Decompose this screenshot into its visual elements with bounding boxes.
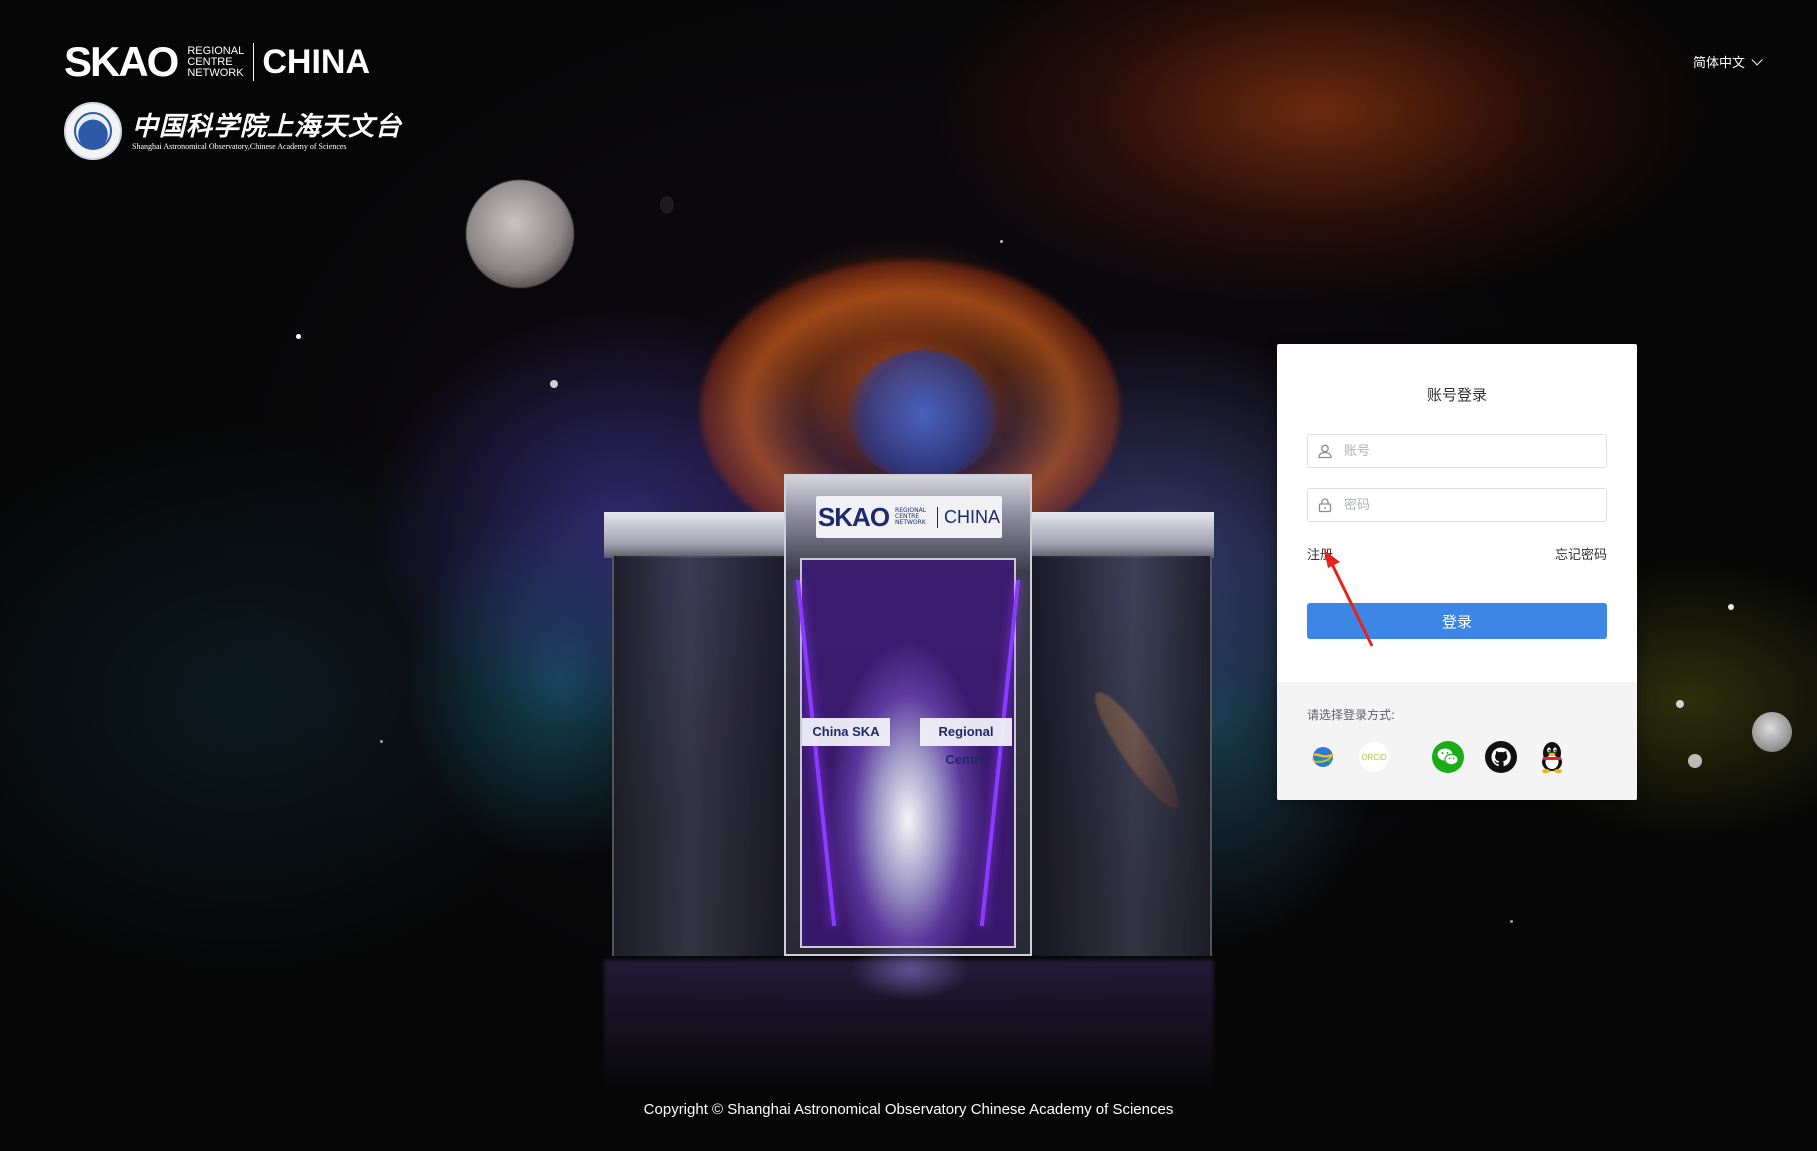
sao-seal-icon (64, 102, 122, 160)
sao-name-en: Shanghai Astronomical Observatory,Chines… (132, 141, 347, 151)
alt-login-section: 请选择登录方式: ORCiD (1277, 682, 1637, 800)
building-sign: SKAO REGIONAL CENTRE NETWORK CHINA (816, 496, 1002, 538)
globe-icon[interactable] (1306, 740, 1340, 774)
forgot-password-link[interactable]: 忘记密码 (1555, 544, 1607, 563)
qq-penguin-icon[interactable] (1535, 740, 1569, 774)
wechat-icon[interactable] (1431, 740, 1465, 774)
skao-china-logo: SKAO REGIONAL CENTRE NETWORK CHINA (64, 38, 371, 85)
account-field[interactable] (1307, 434, 1607, 468)
github-icon[interactable] (1484, 740, 1518, 774)
language-label: 简体中文 (1692, 56, 1745, 71)
door-banner-right: Regional Centre (920, 718, 1012, 767)
orcid-label: ORCiD (1361, 752, 1387, 762)
password-field[interactable] (1307, 488, 1607, 522)
door-banner-left: China SKA (802, 718, 890, 746)
copyright-text: Copyright © Shanghai Astronomical Observ… (643, 1101, 1174, 1118)
account-input[interactable] (1342, 442, 1586, 460)
sao-logo: 中国科学院上海天文台 Shanghai Astronomical Observa… (64, 102, 402, 160)
user-icon (1308, 443, 1342, 459)
moon-image (1752, 712, 1792, 752)
orcid-icon[interactable]: ORCiD (1357, 740, 1391, 774)
sao-name-cn: 中国科学院上海天文台 (132, 111, 403, 142)
language-selector[interactable]: 简体中文 (1692, 52, 1763, 71)
login-title: 账号登录 (1426, 386, 1487, 404)
password-input[interactable] (1342, 496, 1586, 514)
alt-login-label: 请选择登录方式: (1307, 708, 1396, 722)
lock-icon (1308, 497, 1342, 513)
planet-image (466, 180, 574, 288)
annotation-arrow-icon (1324, 550, 1374, 647)
